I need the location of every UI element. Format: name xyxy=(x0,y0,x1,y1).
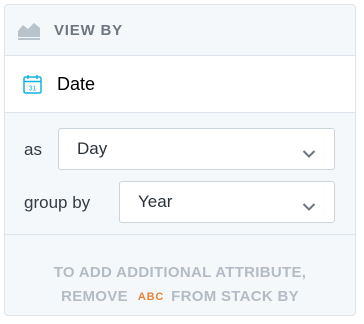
group-by-value: Year xyxy=(138,192,173,211)
abc-attribute-icon: ABC xyxy=(137,291,165,303)
hint-remove-text: remove xyxy=(61,288,128,305)
stack-hint-message: To add additional attribute, remove ABC fr… xyxy=(5,242,355,315)
hint-stack-by-text: from stack by xyxy=(171,288,299,305)
area-chart-icon xyxy=(17,19,41,41)
calendar-icon: 31 xyxy=(23,74,42,94)
group-by-label: group by xyxy=(24,193,91,212)
date-attribute-item[interactable]: 31 Date xyxy=(5,56,355,113)
attribute-label: Date xyxy=(57,73,96,94)
hint-line-1: To add additional attribute, xyxy=(53,264,307,281)
group-by-select[interactable]: Year xyxy=(119,181,335,223)
panel-header: View by xyxy=(5,5,355,56)
granularity-value: Day xyxy=(77,139,108,158)
chevron-down-icon xyxy=(302,144,316,158)
hint-line-2: remove ABC from stack by xyxy=(5,285,355,309)
chevron-down-icon xyxy=(302,197,316,211)
view-by-panel: View by 31 Date as Day group by Year xyxy=(4,4,356,316)
panel-title: View by xyxy=(54,21,123,39)
calendar-day-number: 31 xyxy=(29,86,37,93)
as-label: as xyxy=(24,140,42,159)
granularity-select[interactable]: Day xyxy=(58,128,335,170)
date-options: as Day group by Year xyxy=(5,113,355,235)
